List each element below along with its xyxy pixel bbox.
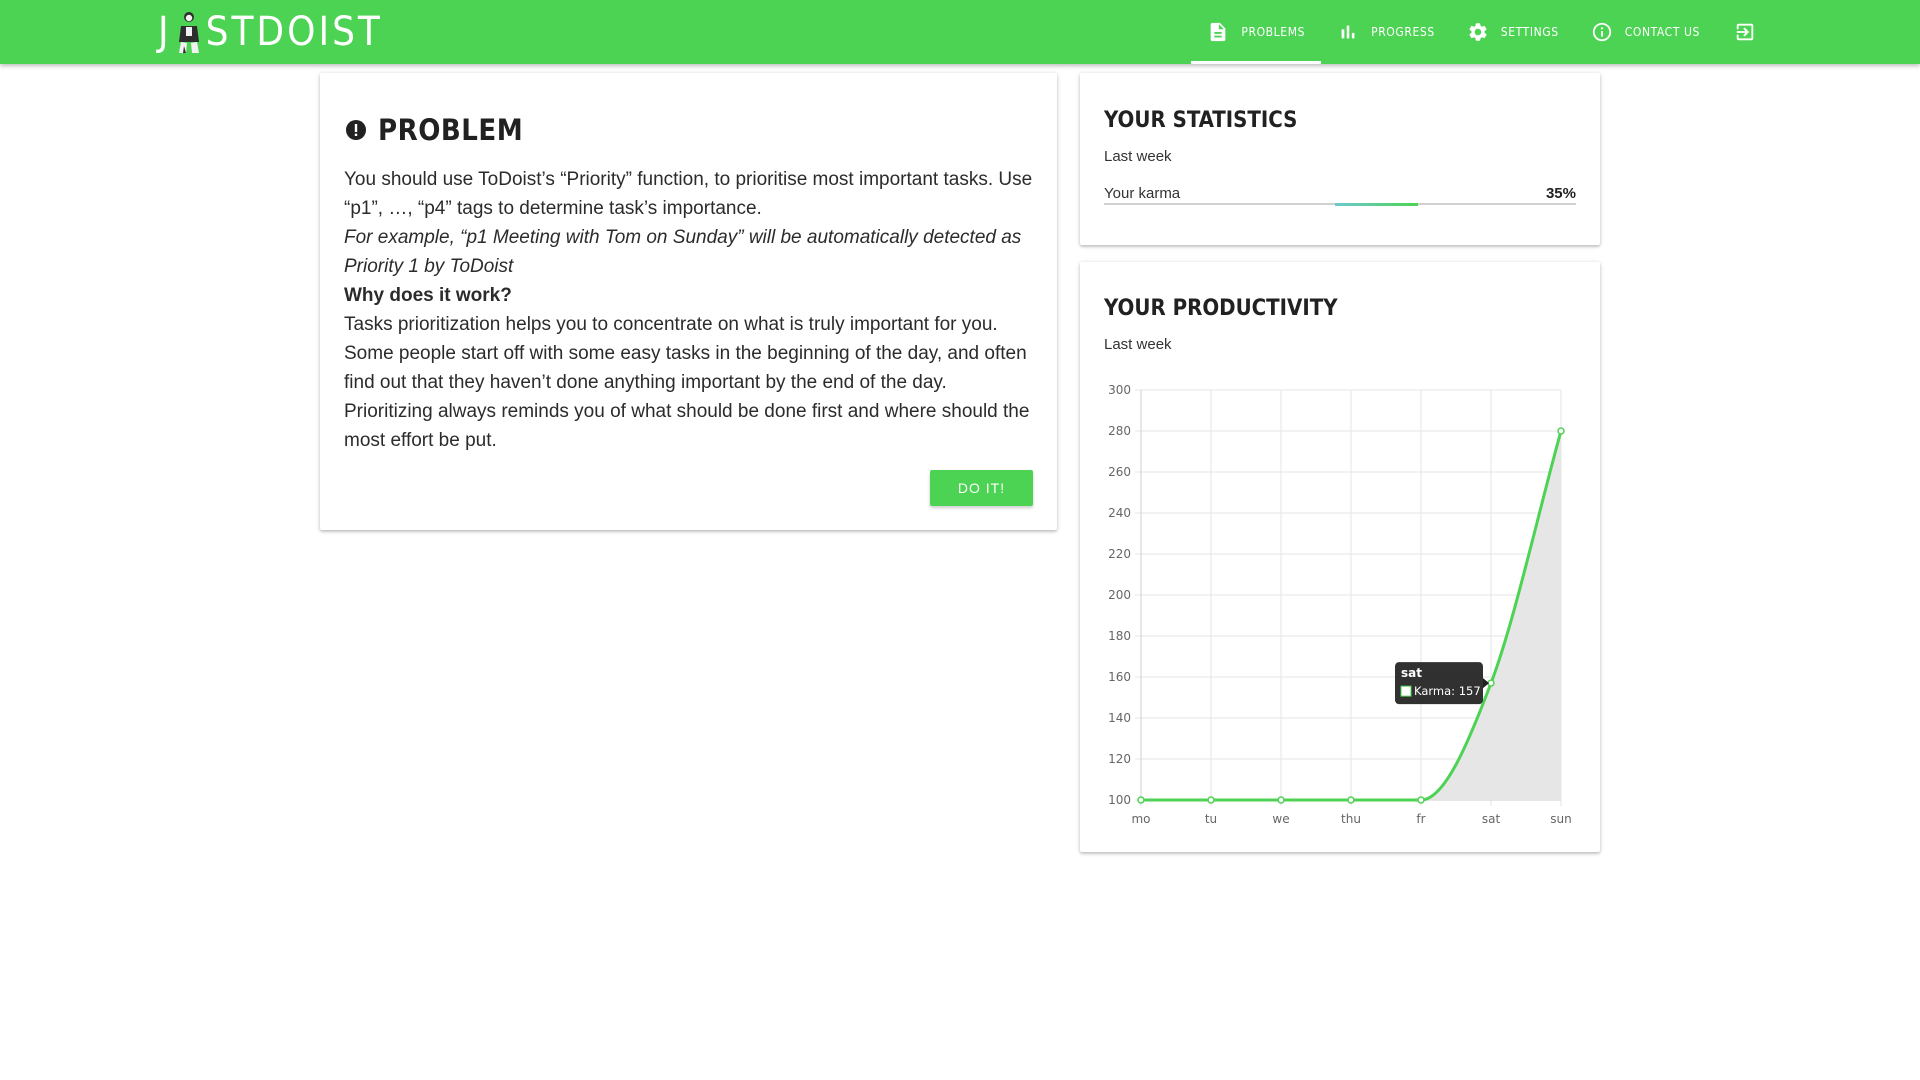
nav-label-settings: SETTINGS <box>1500 25 1559 39</box>
x-tick-label: sat <box>1482 812 1501 826</box>
logo-text-end: STDOIST <box>205 9 383 55</box>
nav-label-problems: PROBLEMS <box>1241 25 1306 39</box>
top-app-bar: J STDOIST PROBLEMS PROGRESS SETTINGS CON… <box>0 0 1920 64</box>
karma-value: 35% <box>1545 185 1576 202</box>
y-tick-label: 240 <box>1108 506 1131 520</box>
problem-card: PROBLEM You should use ToDoist’s “Priori… <box>320 73 1057 530</box>
tooltip-swatch <box>1400 685 1412 697</box>
why-heading: Why does it work? <box>344 285 512 306</box>
statistics-period: Last week <box>1104 148 1172 165</box>
problem-example: For example, “p1 Meeting with Tom on Sun… <box>344 227 1022 277</box>
document-icon <box>1211 22 1226 42</box>
y-tick-label: 260 <box>1108 465 1131 479</box>
y-tick-label: 300 <box>1108 383 1131 397</box>
karma-label: Your karma <box>1104 185 1181 202</box>
nav-label-progress: PROGRESS <box>1371 25 1435 39</box>
y-tick-label: 220 <box>1108 547 1131 561</box>
problem-title: PROBLEM <box>378 113 524 147</box>
productivity-chart[interactable]: 100 120 140 160 180 200 220 240 260 280 300 mo tu we t… <box>1080 262 1600 852</box>
alert-circle-icon <box>346 120 366 140</box>
logo-text-start: J <box>158 9 172 55</box>
y-tick-label: 140 <box>1108 711 1131 725</box>
x-tick-label: tu <box>1205 812 1217 826</box>
x-tick-label: fr <box>1416 812 1425 826</box>
data-point <box>1557 427 1565 435</box>
nav-item-progress[interactable]: PROGRESS <box>1321 0 1451 64</box>
gear-icon <box>1469 23 1487 41</box>
problem-paragraph-2: Tasks prioritization helps you to concen… <box>344 314 1030 451</box>
tooltip-title: sat <box>1401 666 1422 680</box>
bar-chart-icon <box>1341 25 1355 39</box>
y-tick-label: 100 <box>1108 793 1131 807</box>
data-point <box>1277 796 1285 804</box>
info-icon <box>1592 22 1611 42</box>
nav-item-settings[interactable]: SETTINGS <box>1451 0 1575 64</box>
nav-item-problems[interactable]: PROBLEMS <box>1191 0 1322 64</box>
tooltip-label: Karma: 157 <box>1414 684 1481 698</box>
data-point <box>1417 796 1425 804</box>
problem-heading: PROBLEM <box>344 113 523 147</box>
exit-icon <box>1736 23 1754 41</box>
data-point <box>1207 796 1215 804</box>
y-tick-label: 180 <box>1108 629 1131 643</box>
data-point <box>1137 796 1145 804</box>
nav-item-contact-us[interactable]: CONTACT US <box>1575 0 1716 64</box>
x-tick-label: mo <box>1131 812 1150 826</box>
problem-paragraph-1: You should use ToDoist’s “Priority” func… <box>344 169 1033 219</box>
karma-progress-fill <box>1335 202 1418 206</box>
statistics-title: YOUR STATISTICS <box>1104 108 1298 133</box>
y-tick-label: 120 <box>1108 752 1131 766</box>
y-tick-label: 160 <box>1108 670 1131 684</box>
data-point <box>1347 796 1355 804</box>
mascot-icon <box>178 12 199 53</box>
karma-progress-bar <box>1104 202 1576 206</box>
x-tick-label: we <box>1272 812 1289 826</box>
problem-description: You should use ToDoist’s “Priority” func… <box>344 165 1034 455</box>
nav-label-contact-us: CONTACT US <box>1624 25 1700 39</box>
x-tick-label: sun <box>1550 812 1571 826</box>
app-logo[interactable]: J STDOIST <box>158 8 383 56</box>
statistics-card: YOUR STATISTICS Last week Your karma 35% <box>1080 73 1600 245</box>
do-it-button[interactable]: DO IT! <box>930 470 1033 506</box>
x-tick-label: thu <box>1341 812 1361 826</box>
main-navigation: PROBLEMS PROGRESS SETTINGS CONTACT US <box>1191 0 1764 64</box>
y-tick-label: 200 <box>1108 588 1131 602</box>
productivity-card: YOUR PRODUCTIVITY Last week 100 120 140 160… <box>1080 262 1600 852</box>
logout-button[interactable] <box>1716 0 1764 64</box>
y-tick-label: 280 <box>1108 424 1131 438</box>
